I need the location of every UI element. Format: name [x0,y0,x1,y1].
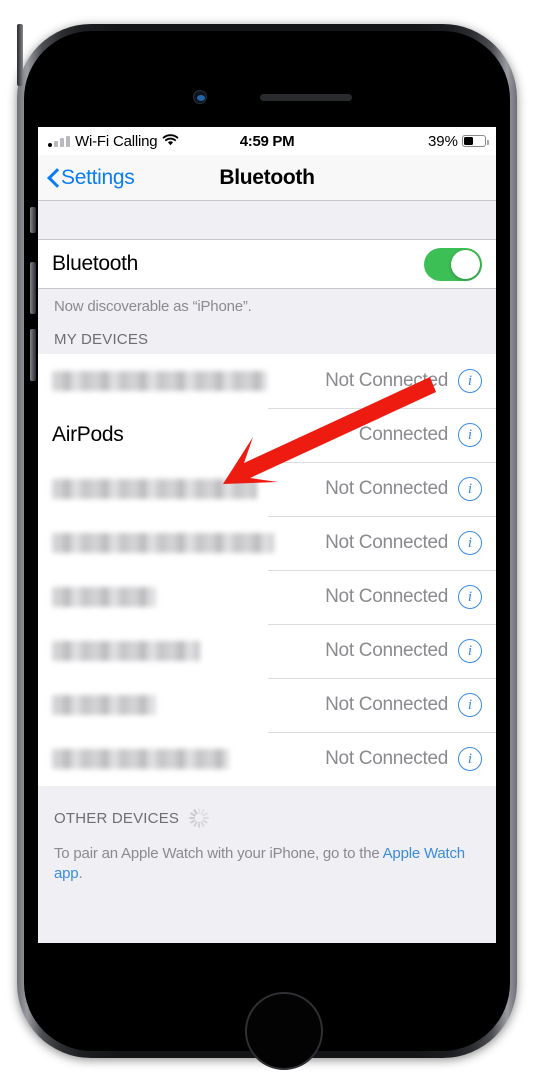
info-icon[interactable]: i [458,585,482,609]
device-row[interactable]: Not Connected i [38,570,496,624]
device-name-redacted [52,479,257,499]
home-button[interactable] [245,992,323,1070]
device-name-redacted [52,749,229,769]
device-row[interactable]: AirPods Connected i [38,408,496,462]
back-button-settings[interactable]: Settings [48,165,135,190]
device-row[interactable]: Not Connected i [38,354,496,408]
device-name-redacted [52,533,274,553]
apple-watch-pair-footer: To pair an Apple Watch with your iPhone,… [38,834,496,895]
info-icon[interactable]: i [458,747,482,771]
info-icon[interactable]: i [458,423,482,447]
device-status: Not Connected [325,748,448,769]
device-name-redacted [52,587,156,607]
device-status: Not Connected [325,694,448,715]
carrier-label: Wi-Fi Calling [75,132,158,150]
device-status: Connected [358,424,449,445]
front-camera-icon [193,90,207,104]
discoverable-note: Now discoverable as “iPhone”. [54,298,252,315]
pair-footer-text: To pair an Apple Watch with your iPhone,… [54,845,383,862]
pair-footer-period: . [78,865,83,883]
status-bar: Wi-Fi Calling 4:59 PM 39% [38,127,496,155]
volume-down-button[interactable] [30,329,36,381]
battery-icon [462,135,489,147]
device-status: Not Connected [325,532,448,553]
my-devices-header: MY DEVICES [38,317,496,354]
device-name: AirPods [52,423,124,446]
status-bar-left: Wi-Fi Calling [48,133,179,150]
chevron-left-icon [48,168,59,187]
cellular-signal-icon [48,135,70,147]
device-row[interactable]: Not Connected i [38,678,496,732]
info-icon[interactable]: i [458,693,482,717]
content-top-spacer [38,201,496,239]
my-devices-list: Not Connected i AirPods Connected i Not Conne… [38,354,496,786]
info-icon[interactable]: i [458,531,482,555]
device-name-redacted [52,695,156,715]
device-name-redacted [52,371,267,391]
phone-screen: Wi-Fi Calling 4:59 PM 39% Settings Bluet… [38,127,496,943]
earpiece-speaker-icon [260,94,352,101]
device-row[interactable]: Not Connected i [38,516,496,570]
device-name-redacted [52,641,200,661]
wifi-icon [162,133,179,150]
power-button[interactable] [17,24,23,86]
info-icon[interactable]: i [458,639,482,663]
bluetooth-label: Bluetooth [52,252,139,275]
device-row[interactable]: Not Connected i [38,624,496,678]
bluetooth-toggle-row[interactable]: Bluetooth [38,239,496,289]
status-bar-right: 39% [427,132,489,150]
device-status: Not Connected [325,370,448,391]
device-status: Not Connected [325,640,448,661]
other-devices-header: OTHER DEVICES [38,786,496,834]
bluetooth-toggle-switch[interactable] [424,247,482,281]
device-status: Not Connected [325,586,448,607]
navigation-bar: Settings Bluetooth [38,155,496,201]
toggle-knob [451,249,480,279]
info-icon[interactable]: i [458,369,482,393]
device-row[interactable]: Not Connected i [38,732,496,786]
battery-percent-label: 39% [427,132,458,150]
mute-switch-button[interactable] [30,207,36,233]
my-devices-header-label: MY DEVICES [54,331,149,348]
device-status: Not Connected [325,478,448,499]
back-button-label: Settings [61,165,135,189]
settings-content: Bluetooth Now discoverable as “iPhone”. … [38,201,496,943]
device-row[interactable]: Not Connected i [38,462,496,516]
volume-up-button[interactable] [30,262,36,314]
other-devices-header-label: OTHER DEVICES [54,809,180,827]
loading-spinner-icon [189,808,210,828]
info-icon[interactable]: i [458,477,482,501]
